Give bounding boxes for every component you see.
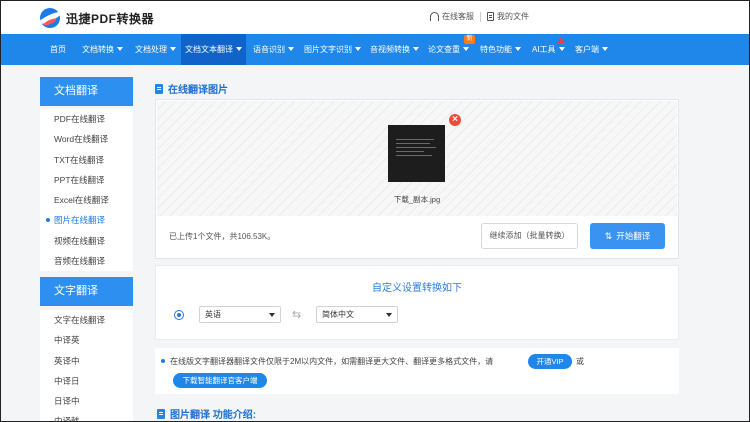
document-icon [155, 83, 163, 94]
settings-radio[interactable] [174, 310, 184, 320]
uploaded-image-thumbnail[interactable] [388, 125, 445, 182]
online-support-link[interactable]: 在线客服 [430, 11, 474, 22]
download-client-button[interactable]: 下载智能翻译官客户端 [173, 373, 267, 388]
nav-item-special-features[interactable]: 特色功能 [480, 34, 521, 65]
settings-title: 自定义设置转换如下 [372, 283, 462, 294]
chevron-down-icon [236, 47, 242, 51]
nav-item-image-ocr[interactable]: 图片文字识别 [304, 34, 361, 65]
nav-item-doc-convert[interactable]: 文档转换 [82, 34, 123, 65]
sidebar-item-video-translate[interactable]: 视频在线翻译 [40, 231, 133, 251]
nav-item-speech-recognition[interactable]: 语音识别 [253, 34, 294, 65]
header-divider [480, 12, 481, 22]
sidebar-item-en-zh[interactable]: 英译中 [40, 351, 133, 371]
file-icon [487, 12, 494, 21]
sidebar-item-word-translate[interactable]: Word在线翻译 [40, 129, 133, 149]
sidebar-doc-translate-title: 文档翻译 [40, 77, 133, 106]
brand-name[interactable]: 迅捷PDF转换器 [66, 10, 154, 27]
notice-or-text: 或 [576, 357, 584, 366]
chevron-down-icon [269, 313, 275, 317]
intro-title: 图片翻译 功能介绍: [157, 406, 256, 421]
continue-add-button[interactable]: 继续添加（批量转换） [481, 223, 578, 249]
sidebar-item-ja-zh[interactable]: 日译中 [40, 391, 133, 411]
sidebar-item-zh-en[interactable]: 中译英 [40, 330, 133, 350]
chevron-down-icon [602, 47, 608, 51]
chevron-down-icon [355, 47, 361, 51]
swap-language-icon[interactable]: ⇆ [292, 308, 301, 321]
sidebar-item-txt-translate[interactable]: TXT在线翻译 [40, 150, 133, 170]
nav-item-doc-process[interactable]: 文档处理 [135, 34, 176, 65]
start-translate-button[interactable]: ⇅ 开始翻译 [590, 223, 665, 249]
settings-panel [155, 265, 679, 340]
chevron-down-icon [288, 47, 294, 51]
uploaded-file-name: 下载_副本.jpg [393, 195, 441, 204]
new-badge: 新 [464, 35, 475, 44]
nav-item-home[interactable]: 首页 [50, 34, 66, 65]
chevron-down-icon [463, 47, 469, 51]
remove-file-close-icon[interactable]: × [449, 114, 461, 126]
top-header: 迅捷PDF转换器 在线客服 我的文件 [0, 0, 750, 34]
hot-triangle-icon [557, 37, 565, 44]
sidebar-item-ppt-translate[interactable]: PPT在线翻译 [40, 170, 133, 190]
open-vip-button[interactable]: 开通VIP [528, 354, 572, 369]
nav-item-client[interactable]: 客户端 [575, 34, 608, 65]
section-title: 在线翻译图片 [155, 81, 228, 96]
chevron-down-icon [515, 47, 521, 51]
main-nav: 首页 文档转换 文档处理 文档文本翻译 语音识别 图片文字识别 音视频转换 论文… [0, 34, 750, 65]
sidebar-item-image-translate[interactable]: 图片在线翻译 [40, 210, 133, 230]
swap-arrows-icon: ⇅ [604, 231, 613, 241]
online-support-label: 在线客服 [442, 12, 474, 21]
brand-logo-icon[interactable] [40, 8, 60, 28]
sidebar-item-text-translate[interactable]: 文字在线翻译 [40, 310, 133, 330]
chevron-down-icon [117, 47, 123, 51]
sidebar-text-translate-list: 文字在线翻译 中译英 英译中 中译日 日译中 中译韩 [40, 310, 133, 422]
target-language-select[interactable]: 简体中文 [316, 306, 398, 323]
source-language-select[interactable]: 英语 [199, 306, 281, 323]
headset-icon [430, 12, 439, 21]
notice-bullet [161, 359, 165, 363]
sidebar-item-excel-translate[interactable]: Excel在线翻译 [40, 190, 133, 210]
sidebar-item-audio-translate[interactable]: 音频在线翻译 [40, 251, 133, 271]
chevron-down-icon [170, 47, 176, 51]
sidebar-doc-translate-list: PDF在线翻译 Word在线翻译 TXT在线翻译 PPT在线翻译 Excel在线… [40, 109, 133, 272]
chevron-down-icon [386, 313, 392, 317]
nav-item-av-convert[interactable]: 音视频转换 [370, 34, 419, 65]
my-files-label: 我的文件 [497, 12, 529, 21]
sidebar-item-zh-ko[interactable]: 中译韩 [40, 411, 133, 422]
sidebar-item-pdf-translate[interactable]: PDF在线翻译 [40, 109, 133, 129]
nav-item-paper-check[interactable]: 论文查重 [428, 34, 469, 65]
sidebar-text-translate-title: 文字翻译 [40, 277, 133, 306]
sidebar-item-zh-ja[interactable]: 中译日 [40, 371, 133, 391]
chevron-down-icon [413, 47, 419, 51]
upload-status-text: 已上传1个文件，共106.53K。 [169, 232, 276, 241]
document-icon [157, 408, 165, 419]
nav-item-doc-translate[interactable]: 文档文本翻译 [181, 34, 246, 65]
notice-text: 在线版文字翻译器翻译文件仅限于2M以内文件，如需翻译更大文件、翻译更多格式文件，… [170, 357, 494, 366]
my-files-link[interactable]: 我的文件 [487, 11, 529, 22]
chevron-down-icon [558, 47, 565, 51]
